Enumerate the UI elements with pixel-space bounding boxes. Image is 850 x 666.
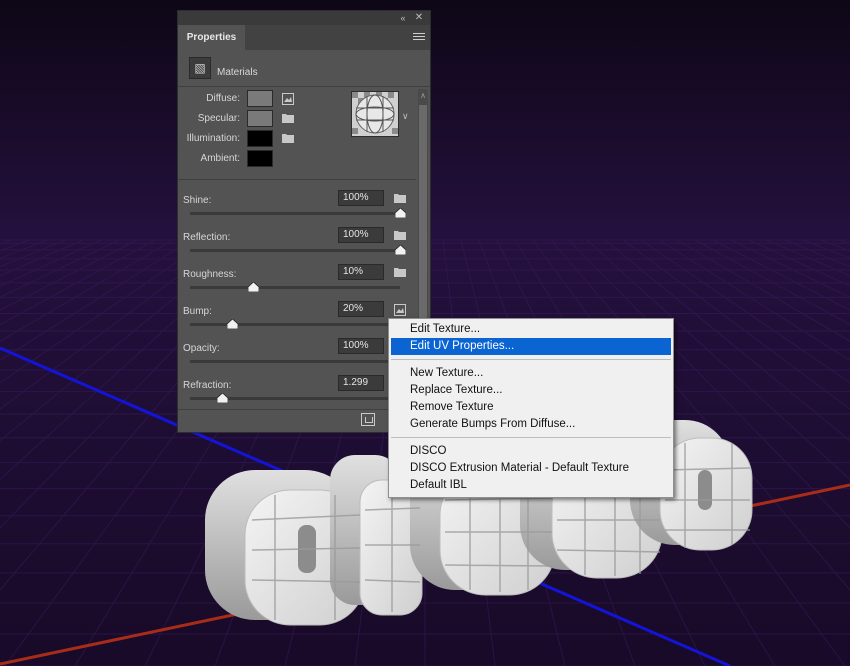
menu-item[interactable]: Edit Texture...: [391, 321, 671, 338]
color-row: Diffuse:: [178, 89, 348, 109]
slider-value-input[interactable]: 20%: [338, 301, 384, 317]
panel-tab-bar: Properties: [178, 25, 430, 50]
slider-row: Roughness: 10%: [178, 264, 418, 301]
hamburger-menu-icon[interactable]: [413, 31, 425, 43]
slider-row: Shine: 100%: [178, 190, 418, 227]
materials-header: ▧ Materials: [178, 52, 430, 87]
slider-label: Bump:: [183, 306, 212, 317]
color-row: Illumination:: [178, 129, 348, 149]
slider-handle[interactable]: [226, 318, 239, 330]
slider-value-input[interactable]: 1.299: [338, 375, 384, 391]
slider-row: Opacity: 100%: [178, 338, 418, 375]
menu-item[interactable]: Edit UV Properties...: [391, 338, 671, 355]
double-chevron-right-icon[interactable]: «: [396, 11, 410, 25]
slider-track[interactable]: [190, 286, 400, 289]
folder-icon[interactable]: [394, 267, 406, 277]
slider-handle[interactable]: [216, 392, 228, 404]
slider-track[interactable]: [190, 360, 400, 363]
color-row: Ambient:: [178, 149, 348, 169]
tab-properties[interactable]: Properties: [178, 25, 245, 50]
folder-icon[interactable]: [282, 133, 294, 143]
folder-icon[interactable]: [394, 230, 406, 240]
slider-track[interactable]: [190, 249, 400, 252]
slider-label: Opacity:: [183, 343, 220, 354]
slider-handle[interactable]: [247, 281, 260, 293]
color-label: Ambient:: [200, 153, 240, 164]
slider-row: Refraction: 1.299: [178, 375, 418, 412]
chevron-down-icon[interactable]: ∨: [402, 111, 409, 122]
texture-context-menu: Edit Texture... Edit UV Properties... New …: [388, 318, 674, 498]
folder-icon[interactable]: [282, 113, 294, 123]
slider-label: Refraction:: [183, 380, 232, 391]
section-title: Materials: [217, 67, 258, 78]
color-label: Diffuse:: [206, 93, 240, 104]
color-swatch[interactable]: [247, 90, 273, 107]
menu-item[interactable]: Default IBL: [391, 477, 671, 494]
folder-icon[interactable]: [394, 193, 406, 203]
menu-item[interactable]: Replace Texture...: [391, 382, 671, 399]
slider-row: Bump: 20%: [178, 301, 418, 338]
menu-separator: [391, 437, 671, 438]
close-icon[interactable]: ✕: [412, 11, 426, 25]
slider-value-input[interactable]: 100%: [338, 190, 384, 206]
divider: [178, 179, 416, 180]
slider-handle[interactable]: [394, 244, 407, 256]
menu-separator: [391, 359, 671, 360]
slider-value-input[interactable]: 100%: [338, 338, 384, 354]
color-swatch[interactable]: [247, 150, 273, 167]
menu-item[interactable]: DISCO: [391, 443, 671, 460]
color-row: Specular:: [178, 109, 348, 129]
color-swatch[interactable]: [247, 110, 273, 127]
slider-track[interactable]: [190, 323, 400, 326]
slider-row: Reflection: 100%: [178, 227, 418, 264]
menu-item[interactable]: Generate Bumps From Diffuse...: [391, 416, 671, 433]
menu-item[interactable]: Remove Texture: [391, 399, 671, 416]
slider-label: Reflection:: [183, 232, 231, 243]
texture-image-icon[interactable]: [282, 93, 294, 105]
texture-image-icon[interactable]: [394, 304, 406, 316]
slider-label: Roughness:: [183, 269, 237, 280]
slider-handle[interactable]: [394, 207, 407, 219]
material-preview-thumbnail[interactable]: [351, 91, 399, 137]
materials-icon: ▧: [189, 57, 211, 79]
panel-title-bar[interactable]: « ✕: [178, 11, 430, 25]
color-label: Illumination:: [186, 133, 240, 144]
color-label: Specular:: [197, 113, 240, 124]
scroll-up-icon[interactable]: ∧: [418, 91, 428, 101]
menu-item[interactable]: New Texture...: [391, 365, 671, 382]
color-swatch[interactable]: [247, 130, 273, 147]
slider-track[interactable]: [190, 212, 400, 215]
menu-item[interactable]: DISCO Extrusion Material - Default Textu…: [391, 460, 671, 477]
render-icon[interactable]: [361, 413, 375, 426]
slider-label: Shine:: [183, 195, 212, 206]
slider-value-input[interactable]: 100%: [338, 227, 384, 243]
slider-value-input[interactable]: 10%: [338, 264, 384, 280]
